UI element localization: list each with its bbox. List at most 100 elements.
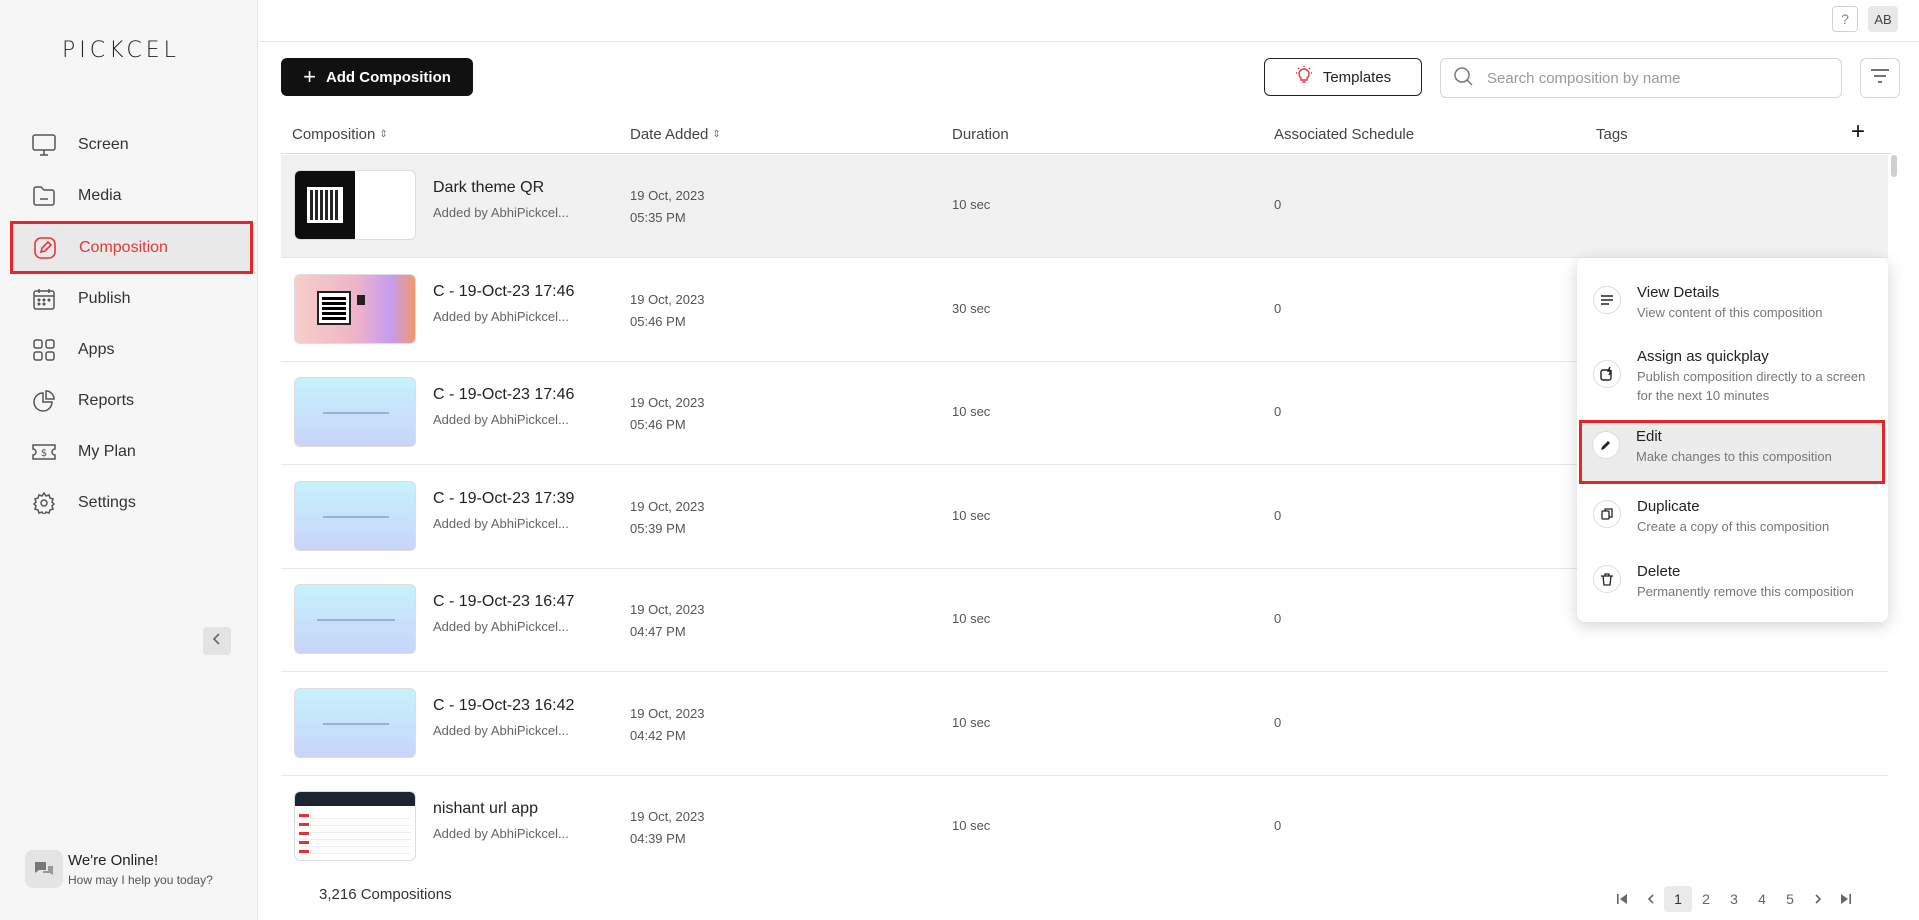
svg-text:$: $ [41, 448, 47, 459]
composition-name[interactable]: C - 19-Oct-23 17:46 [433, 386, 574, 404]
column-header-label: Composition [292, 126, 376, 143]
composition-name[interactable]: C - 19-Oct-23 16:42 [433, 697, 574, 715]
thumbnail-text-line [323, 412, 389, 414]
menu-item-duplicate[interactable]: Duplicate Create a copy of this composit… [1581, 492, 1884, 536]
thumbnail-text-line [317, 619, 395, 621]
composition-name[interactable]: Dark theme QR [433, 179, 544, 197]
sort-icon: ⇕ [712, 129, 721, 140]
duration: 30 sec [952, 301, 991, 316]
templates-label: Templates [1322, 68, 1392, 86]
sidebar-item-composition[interactable]: Composition [10, 221, 253, 274]
monitor-icon [32, 133, 56, 157]
page-5-button[interactable]: 5 [1776, 886, 1804, 912]
composition-thumbnail [294, 688, 416, 758]
previous-page-button[interactable] [1636, 886, 1664, 912]
add-composition-button[interactable]: + Add Composition [281, 58, 473, 96]
column-header-label: Duration [952, 126, 1009, 143]
sidebar-item-my-plan[interactable]: $ My Plan [12, 427, 250, 477]
composition-name[interactable]: C - 19-Oct-23 17:39 [433, 490, 574, 508]
composition-author: Added by AbhiPickcel... [433, 826, 569, 841]
menu-item-title: Delete [1637, 563, 1681, 580]
gear-icon [32, 491, 56, 515]
next-page-button[interactable] [1804, 886, 1832, 912]
menu-item-assign-quickplay[interactable]: Assign as quickplay Publish composition … [1581, 342, 1884, 405]
filter-button[interactable] [1860, 58, 1900, 98]
qr-code-icon [307, 187, 343, 223]
quickplay-icon [1593, 360, 1621, 388]
chat-subtitle: How may I help you today? [68, 873, 213, 887]
menu-item-view-details[interactable]: View Details View content of this compos… [1581, 278, 1884, 322]
associated-schedule: 0 [1274, 818, 1282, 833]
sidebar-item-reports[interactable]: Reports [12, 376, 250, 426]
page-2-button[interactable]: 2 [1692, 886, 1720, 912]
page-3-button[interactable]: 3 [1720, 886, 1748, 912]
date-added: 19 Oct, 2023 05:39 PM [630, 499, 705, 536]
duration: 10 sec [952, 197, 991, 212]
table-row[interactable]: nishant url app Added by AbhiPickcel... … [281, 776, 1888, 875]
menu-item-title: Assign as quickplay [1637, 348, 1769, 365]
first-page-button[interactable] [1608, 886, 1636, 912]
sidebar-item-publish[interactable]: Publish [12, 274, 250, 324]
composition-name[interactable]: nishant url app [433, 800, 538, 818]
menu-item-description: View content of this composition [1637, 305, 1823, 320]
date-added: 19 Oct, 2023 04:47 PM [630, 602, 705, 639]
composition-name[interactable]: C - 19-Oct-23 16:47 [433, 593, 574, 611]
chevron-left-icon [212, 632, 222, 650]
associated-schedule: 0 [1274, 611, 1282, 626]
user-avatar[interactable]: AB [1868, 6, 1898, 32]
page-4-button[interactable]: 4 [1748, 886, 1776, 912]
last-page-button[interactable] [1832, 886, 1860, 912]
search-box [1440, 58, 1842, 98]
chevron-right-icon [1814, 891, 1822, 907]
menu-item-edit[interactable]: Edit Make changes to this composition [1579, 420, 1885, 484]
page-1-button[interactable]: 1 [1664, 886, 1692, 912]
column-header-date-added[interactable]: Date Added ⇕ [630, 126, 721, 143]
associated-schedule: 0 [1274, 404, 1282, 419]
associated-schedule: 0 [1274, 197, 1282, 212]
add-column-button[interactable]: + [1851, 118, 1865, 146]
copy-icon [1593, 500, 1621, 528]
sidebar-item-label: Composition [79, 238, 168, 256]
sidebar-item-label: Reports [78, 392, 135, 409]
sort-icon: ⇕ [379, 129, 388, 140]
sidebar-item-screen[interactable]: Screen [12, 120, 250, 170]
table-row[interactable]: Dark theme QR Added by AbhiPickcel... 19… [281, 155, 1888, 258]
search-input[interactable] [1487, 69, 1807, 87]
chat-widget[interactable]: We're Online! How may I help you today? [25, 850, 213, 888]
composition-name[interactable]: C - 19-Oct-23 17:46 [433, 283, 574, 301]
column-header-label: Date Added [630, 126, 709, 143]
menu-item-title: View Details [1637, 284, 1720, 301]
search-icon [1441, 66, 1487, 91]
ticket-dollar-icon: $ [32, 440, 56, 464]
pencil-icon [1592, 431, 1620, 459]
sidebar-item-label: Media [78, 187, 122, 204]
composition-author: Added by AbhiPickcel... [433, 723, 569, 738]
column-header-composition[interactable]: Composition ⇕ [292, 126, 388, 143]
date-added: 19 Oct, 2023 05:35 PM [630, 188, 705, 225]
menu-item-delete[interactable]: Delete Permanently remove this compositi… [1581, 557, 1884, 601]
app-logo[interactable]: PICKCEL [62, 38, 180, 63]
top-bar [259, 0, 1919, 42]
column-header-tags: Tags [1596, 126, 1628, 143]
collapse-sidebar-button[interactable] [203, 627, 231, 655]
composition-author: Added by AbhiPickcel... [433, 619, 569, 634]
last-page-icon [1841, 891, 1851, 907]
date-added: 19 Oct, 2023 05:46 PM [630, 292, 705, 329]
column-header-label: Associated Schedule [1274, 126, 1415, 143]
trash-icon [1593, 565, 1621, 593]
sidebar-item-settings[interactable]: Settings [12, 478, 250, 528]
sidebar-item-label: Screen [78, 136, 129, 153]
add-composition-label: Add Composition [325, 68, 451, 86]
sidebar-item-media[interactable]: Media [12, 171, 250, 221]
edit-square-icon [33, 236, 57, 260]
duration: 10 sec [952, 611, 991, 626]
column-header-schedule: Associated Schedule [1274, 126, 1414, 143]
table-scrollbar[interactable] [1891, 155, 1897, 177]
composition-author: Added by AbhiPickcel... [433, 309, 569, 324]
duration: 10 sec [952, 404, 991, 419]
table-row[interactable]: C - 19-Oct-23 16:42 Added by AbhiPickcel… [281, 673, 1888, 776]
sidebar-item-apps[interactable]: Apps [12, 325, 250, 375]
templates-button[interactable]: Templates [1264, 58, 1422, 96]
thumbnail-header-bar [295, 792, 415, 806]
help-button[interactable]: ? [1832, 6, 1858, 32]
